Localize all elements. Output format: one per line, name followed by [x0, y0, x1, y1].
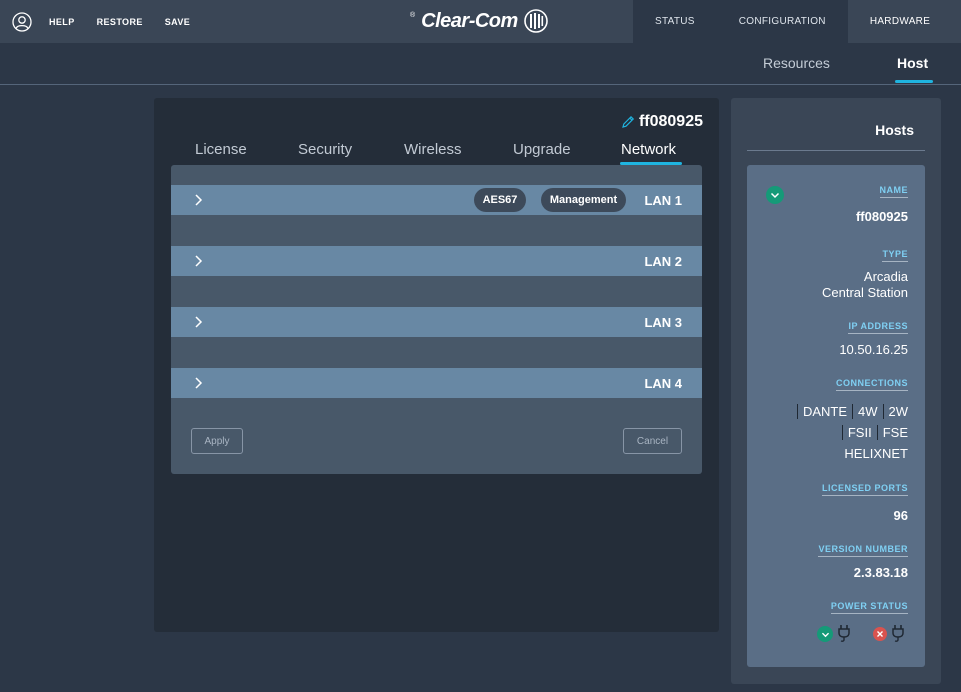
tab-upgrade[interactable]: Upgrade — [513, 141, 571, 158]
lan-label: LAN 4 — [644, 376, 682, 391]
name-label: NAME — [879, 185, 908, 198]
chevron-icon — [195, 377, 203, 389]
host-detail-panel: ff080925 License Security Wireless Upgra… — [154, 98, 719, 632]
host-title-row: ff080925 — [621, 113, 703, 131]
restore-link[interactable]: RESTORE — [97, 17, 143, 27]
power-ok-check-icon — [817, 626, 833, 642]
top-left-actions: HELP RESTORE SAVE — [12, 0, 212, 43]
logo-trademark: ® — [410, 11, 416, 19]
lan-list: AES67 Management LAN 1 LAN 2 LAN 3 LAN 4… — [171, 165, 702, 474]
power-error-icon — [873, 627, 887, 641]
connections-label: CONNECTIONS — [835, 378, 908, 391]
tab-wireless[interactable]: Wireless — [404, 141, 462, 158]
connections-row-1: DANTE 4W 2W — [796, 403, 909, 419]
connection-fsii: FSII — [847, 424, 872, 440]
subtab-active-indicator — [895, 80, 933, 83]
lan-label: LAN 1 — [644, 193, 682, 208]
top-bar: HELP RESTORE SAVE Clear-Com ® STATUS CON… — [0, 0, 961, 43]
connection-helixnet: HELIXNET — [844, 445, 908, 461]
clear-com-logo: Clear-Com ® — [410, 7, 548, 35]
connection-fse: FSE — [882, 424, 908, 440]
name-value: ff080925 — [855, 209, 908, 224]
ip-address-value: 10.50.16.25 — [839, 342, 908, 357]
power-plug-icon — [838, 625, 850, 642]
tab-hardware[interactable]: HARDWARE — [847, 0, 953, 43]
chevron-icon — [195, 316, 203, 328]
subtab-resources[interactable]: Resources — [763, 55, 830, 71]
type-value-line1: Arcadia — [863, 269, 908, 284]
logo-text: Clear-Com — [421, 9, 518, 32]
lan-row-1[interactable]: AES67 Management LAN 1 — [171, 185, 702, 215]
lan-row-3[interactable]: LAN 3 — [171, 307, 702, 337]
connections-row-2: FSII FSE — [841, 424, 908, 440]
edit-pencil-icon[interactable] — [621, 115, 635, 129]
licensed-ports-value: 96 — [893, 508, 908, 523]
cancel-button[interactable]: Cancel — [623, 428, 682, 454]
type-value-line2: Central Station — [822, 285, 908, 300]
ip-address-label: IP ADDRESS — [848, 321, 908, 334]
top-tabs: STATUS CONFIGURATION HARDWARE — [633, 0, 953, 43]
tab-security[interactable]: Security — [298, 141, 352, 158]
hosts-title: Hosts — [875, 122, 914, 138]
power-plug-icon — [892, 625, 904, 642]
connection-2w: 2W — [888, 403, 909, 419]
host-card[interactable]: NAME ff080925 TYPE Arcadia Central Stati… — [747, 165, 925, 667]
tab-status[interactable]: STATUS — [633, 0, 717, 43]
badge-aes67: AES67 — [474, 188, 526, 212]
type-label: TYPE — [882, 249, 908, 262]
apply-button[interactable]: Apply — [191, 428, 243, 454]
hosts-divider — [747, 150, 925, 151]
hosts-sidebar: Hosts NAME ff080925 TYPE Arcadia Central… — [731, 98, 941, 684]
tab-configuration[interactable]: CONFIGURATION — [716, 0, 848, 43]
lan-label: LAN 2 — [644, 254, 682, 269]
lan-row-2[interactable]: LAN 2 — [171, 246, 702, 276]
connection-dante: DANTE — [802, 403, 847, 419]
chevron-icon — [195, 255, 203, 267]
connections-row-3: HELIXNET — [839, 445, 908, 461]
help-link[interactable]: HELP — [49, 17, 75, 27]
licensed-ports-label: LICENSED PORTS — [821, 483, 908, 496]
lan-label: LAN 3 — [644, 315, 682, 330]
host-name-title: ff080925 — [638, 113, 703, 130]
tab-network[interactable]: Network — [621, 141, 676, 158]
host-online-check-icon — [766, 186, 784, 204]
save-link[interactable]: SAVE — [165, 17, 190, 27]
version-number-label: VERSION NUMBER — [818, 544, 908, 557]
tab-license[interactable]: License — [195, 141, 247, 158]
connection-4w: 4W — [858, 403, 878, 419]
subtab-host[interactable]: Host — [897, 55, 928, 71]
lan-row-4[interactable]: LAN 4 — [171, 368, 702, 398]
user-profile-icon[interactable] — [12, 11, 32, 32]
badge-management: Management — [541, 188, 626, 212]
clear-com-logo-mark-icon — [524, 9, 548, 33]
sub-navigation: Resources Host — [0, 43, 961, 85]
power-status-label: POWER STATUS — [830, 601, 908, 614]
chevron-icon — [195, 194, 203, 206]
version-number-value: 2.3.83.18 — [853, 565, 908, 580]
